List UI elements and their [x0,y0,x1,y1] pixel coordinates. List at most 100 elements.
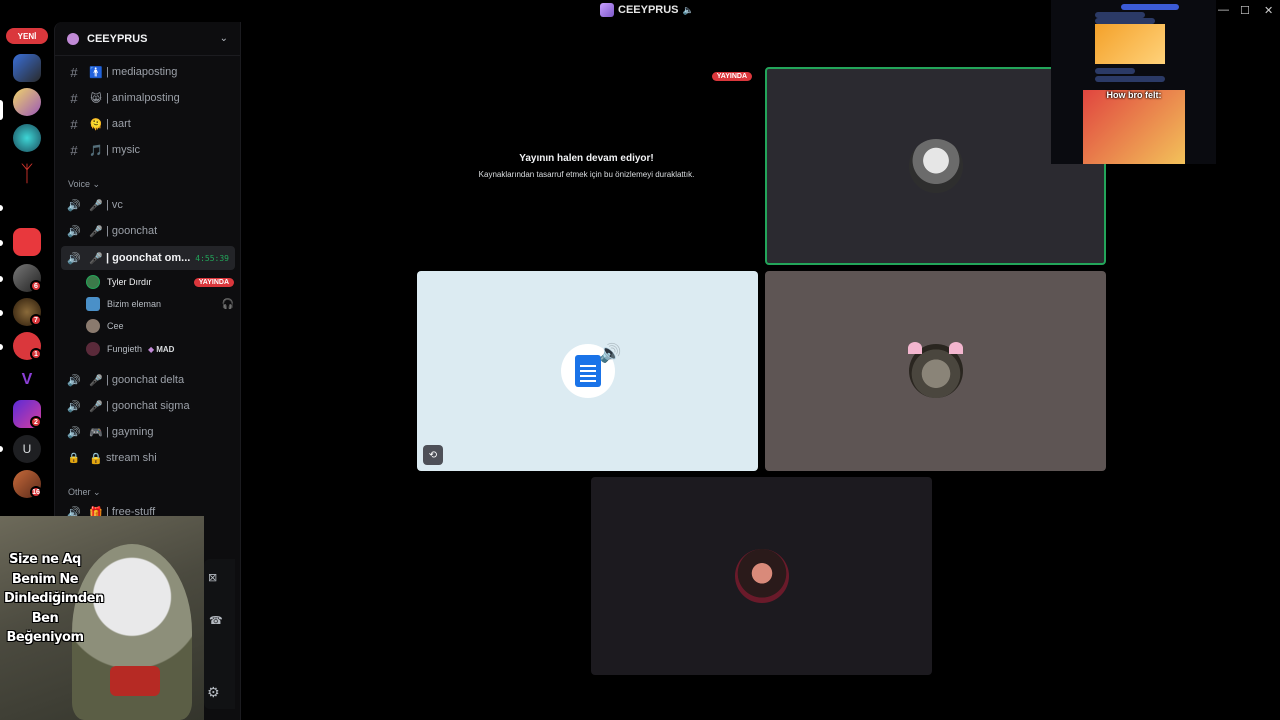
window-title: CEEYPRUS 🔈 [600,3,694,17]
channel-emoji: 🎵 [89,144,103,157]
participant-tile[interactable] [765,271,1106,471]
speaker-icon: 🔊 [67,374,81,387]
voice-channel-gayming[interactable]: 🔊 🎮 | gayming [61,420,235,444]
server-icon[interactable] [13,54,41,82]
voice-member[interactable]: Fungieth ◆ MAD [86,339,234,359]
server-avatar-icon [600,3,614,17]
server-icon [67,32,79,45]
voice-channel-goonchat-delta[interactable]: 🔊 🎤 | goonchat delta [61,368,235,392]
popout-icon[interactable]: ⟲ [423,445,443,465]
voice-channel-vc[interactable]: 🔊 🎤 | vc [61,193,235,217]
minimize-button[interactable]: — [1218,4,1229,16]
scarf-decoration [110,666,160,696]
mention-badge: 7 [30,314,42,326]
hash-icon: # [70,90,78,106]
channel-name: | goonchat om... [106,252,191,264]
channel-emoji: 🎤 [89,400,103,413]
avatar [86,297,100,311]
channel-emoji: 🎤 [89,252,103,265]
mention-badge: 16 [30,486,42,498]
channel-emoji: 🎤 [89,374,103,387]
member-name: Tyler Dırdır [107,277,152,287]
avatar [86,319,100,333]
channel-name: | goonchat delta [106,374,185,386]
speaker-icon: 🔈 [682,4,694,15]
channel-mysic[interactable]: # 🎵 | mysic [61,138,235,162]
new-badge[interactable]: YENİ [6,28,48,44]
voice-member[interactable]: Bizim eleman 🎧 [86,294,234,314]
gear-icon[interactable]: ⚙ [207,684,220,701]
voice-channel-stream-shi[interactable]: 🔒 🔒 stream shi [61,446,235,470]
server-icon[interactable]: U [13,435,41,463]
channel-name: | aart [106,118,131,130]
paused-subtitle: Kaynaklarından tasarruf etmek için bu ön… [478,170,695,179]
channel-name: | gayming [106,426,154,438]
server-name: CEEYPRUS [87,32,148,45]
unread-indicator [0,310,3,316]
channel-mediaposting[interactable]: # 🚹 | mediaposting [61,60,235,84]
server-icon[interactable] [13,88,41,116]
voice-channel-goonchat-sigma[interactable]: 🔊 🎤 | goonchat sigma [61,394,235,418]
paused-title: Yayının halen devam ediyor! [519,153,654,164]
mention-badge: 1 [30,348,42,360]
meme-caption: How bro felt: [1106,90,1162,100]
screen-share-icon[interactable]: ⊠ [208,571,217,584]
stream-paused-tile[interactable]: YAYINDA Yayının halen devam ediyor! Kayn… [415,66,758,266]
unread-indicator [0,344,3,350]
member-tag-icon: ◆ [148,344,155,354]
speaker-icon: 🔊 [67,400,81,413]
channel-name: | mysic [106,144,141,156]
avatar [908,139,963,193]
chat-bubble [1095,68,1135,74]
speaker-active-icon: 🔊 [67,252,81,265]
call-timer: 4:55:39 [195,253,229,263]
server-icon[interactable] [13,124,41,152]
channel-name: | goonchat sigma [106,400,190,412]
cat-ear-decoration [949,342,963,354]
speaker-icon: 🔊 [67,225,81,238]
server-icon[interactable]: V [13,366,41,394]
channel-name: | mediaposting [106,66,178,78]
channel-name: | animalposting [106,92,180,104]
channel-name: | vc [106,199,123,211]
unread-indicator [0,276,3,282]
category-other[interactable]: Other ⌄ [68,487,101,498]
selected-indicator [0,100,3,120]
participant-tile[interactable]: 🔊 ⟲ [417,271,758,471]
speaker-icon: 🔊 [67,199,81,212]
disconnect-icon[interactable]: ☎ [209,614,223,627]
speaker-icon: 🔊 [67,426,81,439]
category-voice[interactable]: Voice ⌄ [68,179,100,190]
channel-emoji: 🫠 [89,118,103,131]
server-header[interactable]: CEEYPRUS ⌄ [55,22,240,56]
cat-ear-decoration [908,342,922,354]
voice-member[interactable]: Cee [86,316,234,336]
chat-image [1095,24,1165,64]
voice-channel-goonchat[interactable]: 🔊 🎤 | goonchat [61,219,235,243]
channel-aart[interactable]: # 🫠 | aart [61,112,235,136]
chat-bubble [1121,4,1179,10]
window-title-text: CEEYPRUS [618,4,679,16]
member-name: Fungieth [107,344,143,354]
voice-member[interactable]: Tyler Dırdır YAYINDA [86,272,234,292]
server-icon[interactable]: ᛉ [13,160,41,188]
live-badge: YAYINDA [193,277,234,287]
maximize-button[interactable]: ☐ [1240,4,1250,17]
close-button[interactable]: ✕ [1264,4,1273,17]
chat-image [1083,90,1185,164]
live-badge: YAYINDA [711,72,752,81]
mention-badge: 6 [30,280,42,292]
channel-animalposting[interactable]: # 😸 | animalposting [61,86,235,110]
server-icon[interactable] [13,228,41,256]
channel-emoji: 😸 [90,92,102,105]
mention-badge: 2 [30,416,42,428]
unread-indicator [0,240,3,246]
unread-indicator [0,205,3,211]
participant-tile[interactable] [591,477,932,675]
avatar [86,342,100,356]
channel-emoji: 🎤 [89,199,103,212]
user-panel: ⊠ ☎ ⚙ [204,559,235,709]
chevron-down-icon[interactable]: ⌄ [220,33,228,44]
channel-emoji: 🔒 [89,452,103,465]
voice-channel-goonchat-om[interactable]: 🔊 🎤 | goonchat om... 4:55:39 [61,246,235,270]
